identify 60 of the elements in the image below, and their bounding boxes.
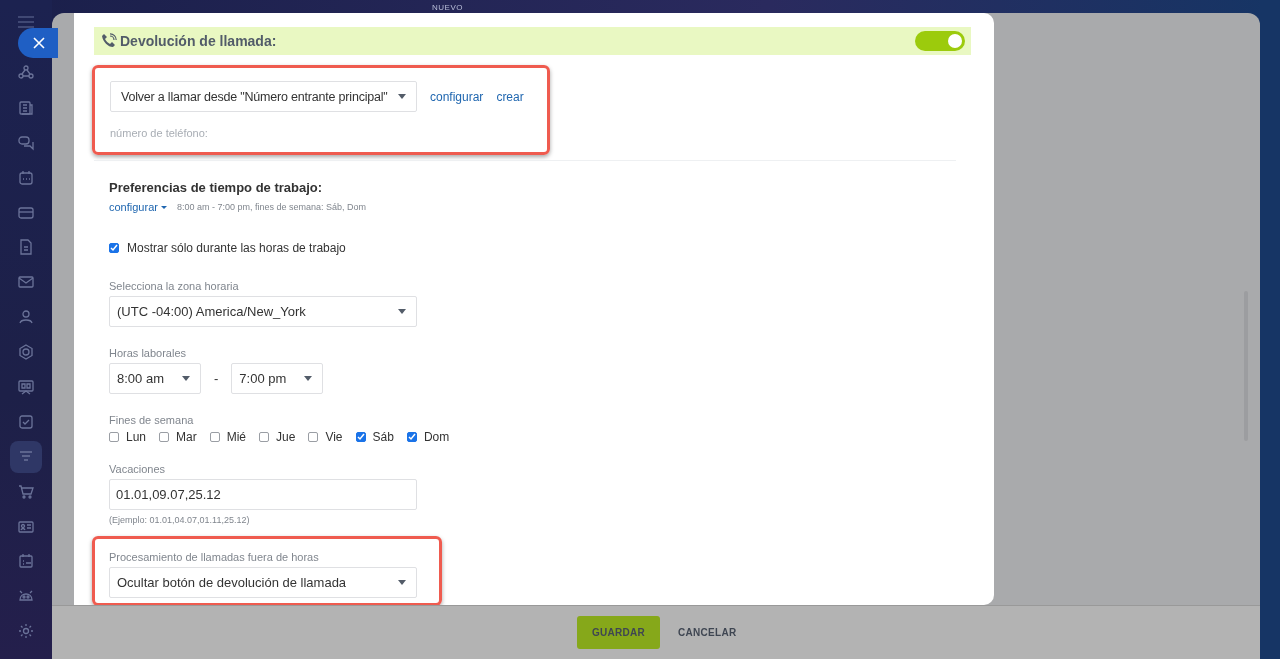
save-button[interactable]: GUARDAR	[577, 616, 660, 649]
board-icon	[18, 379, 34, 395]
close-icon	[33, 37, 45, 49]
field-label: Vacaciones	[109, 463, 167, 475]
checkbox[interactable]	[109, 243, 119, 253]
after-hours-select[interactable]: Ocultar botón de devolución de llamada	[109, 567, 417, 598]
checkbox-label: Vie	[325, 430, 343, 444]
people-icon	[18, 309, 34, 326]
checkbox[interactable]	[406, 432, 417, 442]
end-time-select[interactable]: 7:00 pm	[231, 363, 324, 394]
checkbox[interactable]	[159, 432, 170, 442]
field-label: Procesamiento de llamadas fuera de horas	[109, 551, 320, 563]
close-button[interactable]	[18, 28, 58, 58]
checkbox[interactable]	[308, 432, 319, 442]
calendar-icon	[18, 169, 34, 186]
field-label: Horas laborales	[109, 347, 188, 359]
checkbox-label: Sáb	[372, 430, 394, 444]
link[interactable]: crear	[496, 89, 524, 104]
sidebar-item[interactable]	[10, 440, 42, 473]
configure-link[interactable]: configurar	[109, 201, 167, 213]
field-label: Selecciona la zona horaria	[109, 280, 240, 292]
chat-icon	[18, 134, 34, 151]
checkbox[interactable]	[109, 432, 119, 442]
phone-label: número de teléfono:	[110, 127, 209, 139]
callback-source-select[interactable]: Volver a llamar desde "Número entrante principal"	[110, 81, 417, 112]
doc-icon	[18, 99, 34, 116]
hexagon-icon	[18, 344, 34, 361]
field-label: Fines de semana	[109, 414, 195, 426]
start-time-select[interactable]: 8:00 am	[109, 363, 201, 394]
schedule-icon	[18, 553, 34, 570]
holidays-input[interactable]: 01.01,09.07,25.12	[109, 479, 417, 510]
phone-icon	[101, 33, 117, 49]
checkbox-label: Lun	[126, 430, 147, 444]
toggle-switch[interactable]	[915, 31, 965, 51]
checkbox-label: Mostrar sólo durante las horas de trabajo	[127, 241, 346, 255]
flow-icon	[18, 65, 34, 81]
timezone-select[interactable]: (UTC -04:00) America/New_York	[109, 296, 417, 327]
checkbox[interactable]	[259, 432, 270, 442]
checkbox-label: Dom	[423, 430, 450, 444]
checkbox-label: Mié	[226, 430, 247, 444]
menu-icon[interactable]	[18, 16, 34, 28]
checkbox-label: Jue	[276, 430, 296, 444]
field-hint: (Ejemplo: 01.01,04.07,01.11,25.12)	[109, 515, 251, 525]
schedule-summary: 8:00 am - 7:00 pm, fines de semana: Sáb, Dom	[176, 202, 367, 212]
checkbox[interactable]	[209, 432, 220, 442]
card-icon	[18, 204, 34, 221]
file-icon	[18, 239, 34, 256]
checkbox-label: Mar	[176, 430, 197, 444]
cart-icon	[18, 483, 34, 500]
contact-icon	[18, 518, 34, 535]
new-label: NUEVO	[432, 3, 463, 12]
cancel-button[interactable]: CANCELAR	[674, 627, 741, 638]
link[interactable]: configurar	[430, 89, 484, 104]
section-title: Preferencias de tiempo de trabajo:	[109, 180, 324, 195]
mail-icon	[18, 274, 34, 291]
checkbox[interactable]	[355, 432, 366, 442]
gear-icon	[18, 623, 34, 640]
range-separator: -	[214, 371, 219, 386]
check-icon	[18, 413, 34, 430]
section-title: Devolución de llamada:	[120, 33, 278, 49]
